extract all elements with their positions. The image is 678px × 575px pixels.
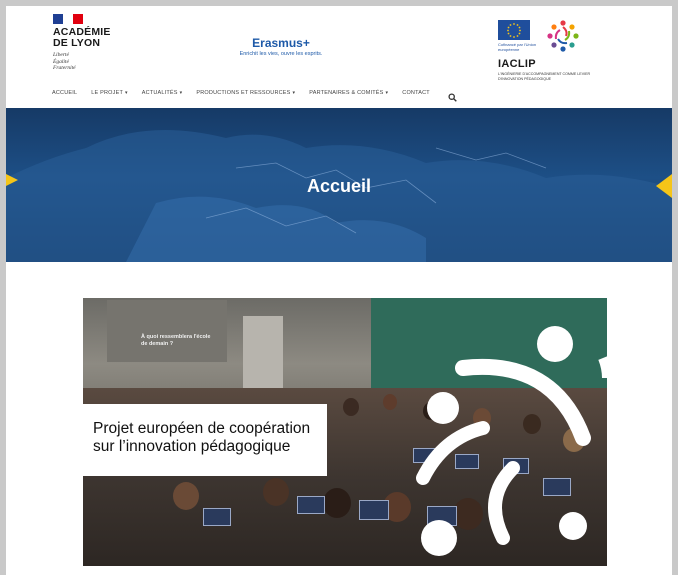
nav-item-accueil[interactable]: ACCUEIL: [52, 90, 77, 96]
search-icon[interactable]: [448, 89, 457, 102]
hero-banner: Accueil: [6, 108, 672, 262]
iaclip-logo-icon[interactable]: [545, 18, 581, 54]
motto-fraternite: Fraternité: [53, 65, 76, 71]
chevron-down-icon: ▾: [385, 90, 389, 96]
academie-lyon-logo[interactable]: ACADÉMIE DE LYON Liberté Égalité Fratern…: [53, 14, 133, 72]
french-flag-icon: [53, 14, 83, 24]
erasmus-logo[interactable]: Erasmus+ Enrichit les vies, ouvre les es…: [221, 36, 341, 57]
iaclip-name: IACLIP: [498, 58, 536, 70]
eu-caption: Cofinancé par l'Union européenne: [498, 42, 537, 52]
nav-item-contact[interactable]: CONTACT: [402, 90, 430, 96]
chevron-down-icon: ▾: [179, 90, 183, 96]
academy-motto: Liberté Égalité Fraternité: [53, 52, 133, 72]
iaclip-subtitle: L'INGÉNIERIE D'ACCOMPAGNEMENT COMME LEVI…: [498, 72, 591, 81]
partner-logos: Cofinancé par l'Union européenne IACLIP …: [493, 16, 603, 86]
page-title: Accueil: [306, 176, 372, 196]
erasmus-title: Erasmus+: [252, 36, 310, 50]
nav-item-actualites[interactable]: ACTUALITÉS ▾: [142, 90, 183, 96]
feature-caption-box: Projet européen de coopération sur l’inn…: [83, 404, 327, 476]
feature-caption: Projet européen de coopération sur l’inn…: [93, 420, 311, 455]
erasmus-tagline: Enrichit les vies, ouvre les esprits.: [239, 51, 323, 57]
main-nav: ACCUEIL LE PROJET ▾ ACTUALITÉS ▾ PRODUCTIO…: [52, 86, 457, 102]
site-header: ACADÉMIE DE LYON Liberté Égalité Fratern…: [6, 6, 672, 106]
academy-name-line2: DE LYON: [53, 37, 101, 49]
chevron-down-icon: ▾: [125, 90, 128, 96]
chevron-down-icon: ▾: [292, 90, 296, 96]
eu-flag-icon: [498, 20, 530, 40]
nav-item-le-projet[interactable]: LE PROJET ▾: [91, 90, 127, 96]
feature-image: À quoi ressemblera l'école de demain ? P…: [83, 298, 607, 566]
nav-item-productions[interactable]: PRODUCTIONS ET RESSOURCES ▾: [196, 90, 295, 96]
nav-item-partenaires[interactable]: PARTENAIRES & COMITÉS ▾: [309, 90, 388, 96]
page-frame: ACADÉMIE DE LYON Liberté Égalité Fratern…: [6, 6, 672, 575]
